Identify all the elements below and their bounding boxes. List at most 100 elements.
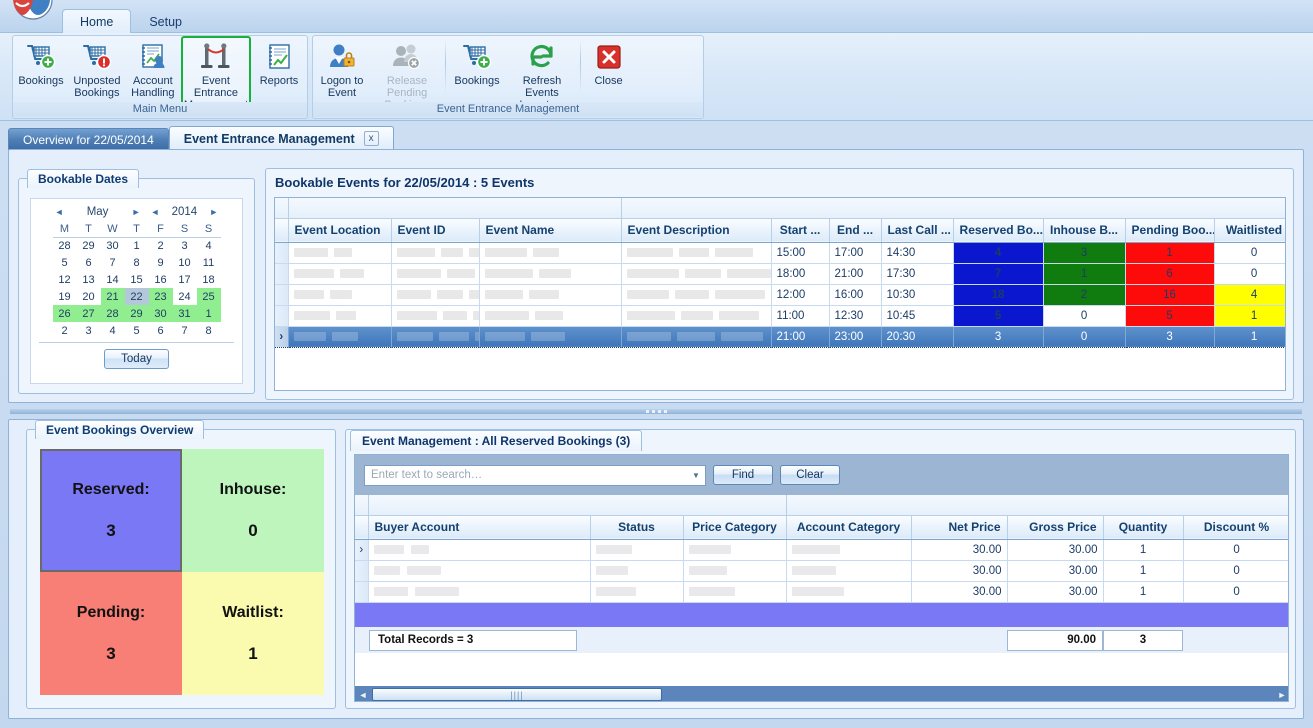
redacted-cell[interactable] xyxy=(621,326,771,347)
cell-start-time[interactable]: 11:00 xyxy=(771,305,829,326)
calendar-day[interactable]: 2 xyxy=(53,322,77,339)
redacted-cell[interactable] xyxy=(683,581,786,602)
calendar-day[interactable]: 22 xyxy=(125,288,149,305)
cell-net-price[interactable]: 30.00 xyxy=(911,539,1007,560)
column-header[interactable]: Price Category xyxy=(683,515,786,539)
calendar-day[interactable]: 19 xyxy=(53,288,77,305)
ribbon-tab-setup[interactable]: Setup xyxy=(131,9,200,33)
clear-button[interactable]: Clear xyxy=(780,465,840,485)
redacted-cell[interactable] xyxy=(683,560,786,581)
calendar-day[interactable]: 28 xyxy=(53,237,77,254)
cell-last-call[interactable]: 10:30 xyxy=(881,284,953,305)
cell-discount[interactable]: 0 xyxy=(1183,581,1289,602)
chevron-down-icon[interactable]: ▼ xyxy=(689,471,703,480)
redacted-cell[interactable] xyxy=(368,560,590,581)
row-header[interactable] xyxy=(275,242,288,263)
redacted-cell[interactable] xyxy=(590,560,683,581)
column-header[interactable]: Pending Boo... xyxy=(1125,218,1214,242)
bookings-grid-body[interactable]: ›30.0030.001030.0030.001030.0030.0010 xyxy=(355,539,1289,602)
cell-end-time[interactable]: 16:00 xyxy=(829,284,881,305)
column-header[interactable]: Event ID xyxy=(391,218,479,242)
cell-discount[interactable]: 0 xyxy=(1183,539,1289,560)
scrollbar-thumb[interactable]: |||| xyxy=(372,688,662,701)
cell-start-time[interactable]: 18:00 xyxy=(771,263,829,284)
row-header[interactable]: › xyxy=(275,326,288,347)
document-tab-event-entrance-management[interactable]: Event Entrance Management x xyxy=(169,126,394,150)
find-button[interactable]: Find xyxy=(713,465,773,485)
calendar-day[interactable]: 1 xyxy=(125,237,149,254)
cell-end-time[interactable]: 23:00 xyxy=(829,326,881,347)
redacted-cell[interactable] xyxy=(391,326,479,347)
cell-inhouse-bookings[interactable]: 2 xyxy=(1043,284,1125,305)
cell-reserved-bookings[interactable]: 18 xyxy=(953,284,1043,305)
column-header[interactable]: End ... xyxy=(829,218,881,242)
redacted-cell[interactable] xyxy=(479,284,621,305)
redacted-cell[interactable] xyxy=(288,305,391,326)
bookings-grid-wrap[interactable]: Buyer AccountStatusPrice CategoryAccount… xyxy=(355,495,1289,702)
redacted-cell[interactable] xyxy=(288,326,391,347)
bookings-grid[interactable]: Buyer AccountStatusPrice CategoryAccount… xyxy=(355,495,1289,603)
events-grid-body[interactable]: 15:0017:0014:30431018:0021:0017:30716012… xyxy=(275,242,1286,347)
overview-tile-reserved[interactable]: Reserved:3 xyxy=(40,449,182,572)
ribbon-button-account-handling[interactable]: Account Handling xyxy=(125,36,181,101)
redacted-cell[interactable] xyxy=(288,242,391,263)
column-header[interactable]: Quantity xyxy=(1103,515,1183,539)
calendar-day[interactable]: 10 xyxy=(173,254,197,271)
column-header[interactable]: Gross Price xyxy=(1007,515,1103,539)
cell-start-time[interactable]: 21:00 xyxy=(771,326,829,347)
calendar-day[interactable]: 28 xyxy=(101,305,125,322)
row-header[interactable] xyxy=(275,263,288,284)
redacted-cell[interactable] xyxy=(391,305,479,326)
cell-quantity[interactable]: 1 xyxy=(1103,581,1183,602)
column-header[interactable]: Net Price xyxy=(911,515,1007,539)
redacted-cell[interactable] xyxy=(391,242,479,263)
cell-quantity[interactable]: 1 xyxy=(1103,560,1183,581)
next-year-icon[interactable]: ► xyxy=(207,207,220,217)
cell-reserved-bookings[interactable]: 3 xyxy=(953,326,1043,347)
calendar-day[interactable]: 1 xyxy=(197,305,221,322)
calendar-day[interactable]: 5 xyxy=(53,254,77,271)
redacted-cell[interactable] xyxy=(479,326,621,347)
cell-pending-bookings[interactable]: 1 xyxy=(1125,242,1214,263)
cell-gross-price[interactable]: 30.00 xyxy=(1007,539,1103,560)
calendar-day[interactable]: 7 xyxy=(173,322,197,339)
cell-reserved-bookings[interactable]: 4 xyxy=(953,242,1043,263)
cell-pending-bookings[interactable]: 16 xyxy=(1125,284,1214,305)
calendar-day[interactable]: 18 xyxy=(197,271,221,288)
today-button[interactable]: Today xyxy=(104,349,169,369)
redacted-cell[interactable] xyxy=(621,305,771,326)
events-grid-frame[interactable]: Event LocationEvent IDEvent NameEvent De… xyxy=(274,197,1286,391)
cell-last-call[interactable]: 10:45 xyxy=(881,305,953,326)
redacted-cell[interactable] xyxy=(391,284,479,305)
calendar-day[interactable]: 11 xyxy=(197,254,221,271)
overview-tile-waitlist[interactable]: Waitlist:1 xyxy=(182,572,324,695)
row-header[interactable] xyxy=(355,560,368,581)
calendar-day[interactable]: 8 xyxy=(197,322,221,339)
column-header[interactable]: Event Name xyxy=(479,218,621,242)
ribbon-button-reports[interactable]: Reports xyxy=(251,36,307,98)
ribbon-tab-home[interactable]: Home xyxy=(62,9,131,33)
calendar-day[interactable]: 6 xyxy=(149,322,173,339)
calendar-day[interactable]: 14 xyxy=(101,271,125,288)
column-header[interactable]: Inhouse B... xyxy=(1043,218,1125,242)
cell-pending-bookings[interactable]: 6 xyxy=(1125,263,1214,284)
column-header[interactable]: Status xyxy=(590,515,683,539)
grid-append-band[interactable] xyxy=(355,603,1289,627)
redacted-cell[interactable] xyxy=(590,539,683,560)
column-header[interactable]: Event Description xyxy=(621,218,771,242)
redacted-cell[interactable] xyxy=(621,263,771,284)
redacted-cell[interactable] xyxy=(786,560,911,581)
cell-reserved-bookings[interactable]: 5 xyxy=(953,305,1043,326)
calendar-day[interactable]: 27 xyxy=(77,305,101,322)
table-row[interactable]: ›30.0030.0010 xyxy=(355,539,1289,560)
table-row[interactable]: 15:0017:0014:304310 xyxy=(275,242,1286,263)
calendar-day[interactable]: 16 xyxy=(149,271,173,288)
horizontal-splitter[interactable] xyxy=(10,406,1302,416)
cell-start-time[interactable]: 15:00 xyxy=(771,242,829,263)
row-header[interactable]: › xyxy=(355,539,368,560)
cell-inhouse-bookings[interactable]: 0 xyxy=(1043,326,1125,347)
redacted-cell[interactable] xyxy=(391,263,479,284)
calendar-day[interactable]: 7 xyxy=(101,254,125,271)
calendar-day[interactable]: 26 xyxy=(53,305,77,322)
calendar[interactable]: ◄ May ► ◄ 2014 ► MTWTFSS 282930123456789… xyxy=(30,198,243,384)
